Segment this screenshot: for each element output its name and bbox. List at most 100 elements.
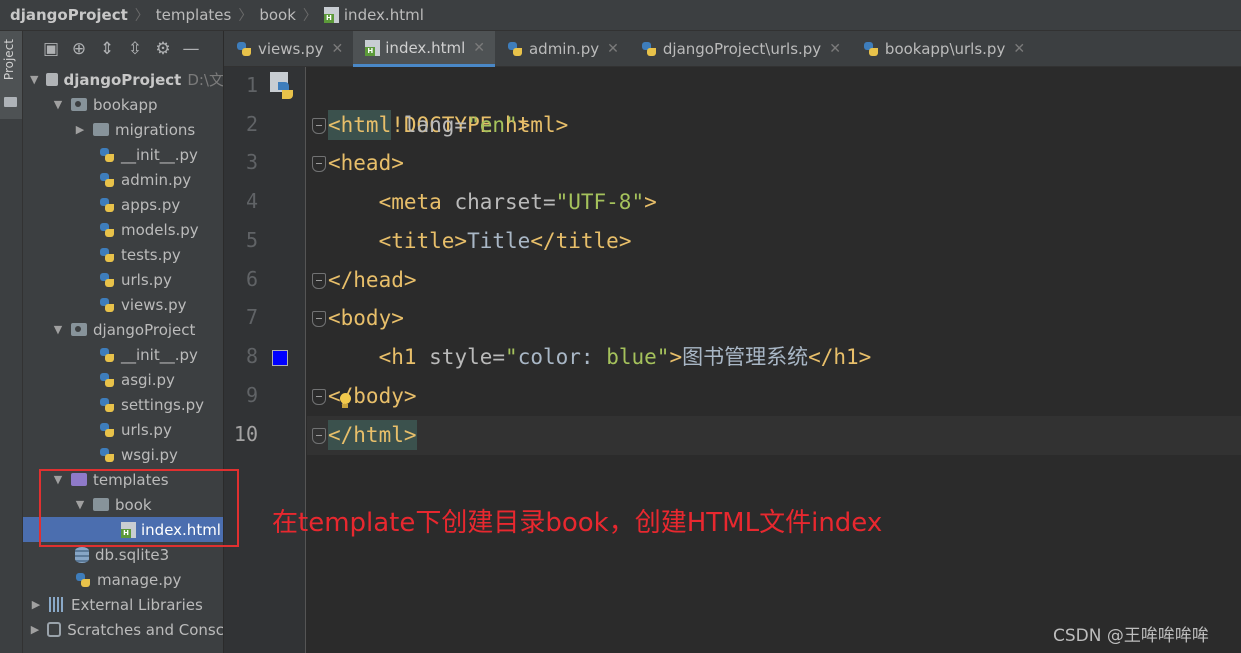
tree-item-file[interactable]: manage.py [23,567,223,592]
tree-item-scratches[interactable]: ▶ Scratches and Consc [23,617,223,642]
code-line-5: <title>Title</title> [328,222,632,261]
python-file-icon [99,347,115,363]
tree-item-label: __init__.py [121,145,198,164]
fold-marker-icon[interactable] [312,389,326,405]
tree-item-file[interactable]: urls.py [23,417,223,442]
tree-item-file[interactable]: models.py [23,217,223,242]
tree-item-file[interactable]: wsgi.py [23,442,223,467]
watermark: CSDN @王哞哞哞哞 [1053,626,1209,646]
chevron-down-icon[interactable]: ▼ [51,98,65,111]
code-token: color: [517,345,607,369]
fold-marker-icon[interactable] [312,311,326,327]
project-tab-label: Project [2,39,16,81]
code-line-8: <h1 style="color: blue">图书管理系统</h1> [328,338,872,377]
code-token: </head> [328,268,417,292]
tree-item-label: djangoProject [93,320,196,339]
tree-item-file[interactable]: tests.py [23,242,223,267]
code-token: <head> [328,151,404,175]
tab-bookapp-urls-py[interactable]: bookapp\urls.py ✕ [851,31,1035,67]
editor-gutter: 1 2 3 4 5 6 7 8 9 10 [224,67,306,653]
tree-item-djangoproject-root[interactable]: ▼ djangoProject D:\文 [23,67,223,92]
tab-views-py[interactable]: views.py ✕ [224,31,353,67]
collapse-all-icon[interactable]: ⇳ [121,37,149,61]
close-icon[interactable]: ✕ [332,41,344,57]
tree-item-file[interactable]: __init__.py [23,342,223,367]
breadcrumb-item-templates[interactable]: templates [156,6,232,24]
code-line-2: <html lang="en"> [328,106,530,145]
code-editor[interactable]: 1 2 3 4 5 6 7 8 9 10 <!DOCTYPE html> <ht… [224,67,1241,653]
tab-label: views.py [258,40,324,58]
color-swatch-icon[interactable] [272,350,288,366]
tree-item-file[interactable]: settings.py [23,392,223,417]
breadcrumb-item-index-html[interactable]: index.html [344,6,424,24]
python-file-icon [99,147,115,163]
expand-all-icon[interactable]: ⇕ [93,37,121,61]
line-number: 7 [245,305,258,329]
panel-icon[interactable]: ▣ [37,37,65,61]
tree-item-label: urls.py [121,270,172,289]
code-token: > [644,190,657,214]
tab-index-html[interactable]: H index.html ✕ [353,31,495,67]
tree-item-migrations[interactable]: ▶ migrations [23,117,223,142]
close-icon[interactable]: ✕ [1013,41,1025,57]
tree-item-file[interactable]: urls.py [23,267,223,292]
folder-icon [71,323,87,336]
tree-item-label: manage.py [97,570,182,589]
code-token: <body> [328,306,404,330]
tree-item-label: wsgi.py [121,445,178,464]
code-line-4: <meta charset="UTF-8"> [328,183,657,222]
html-file-icon: H [365,39,381,56]
fold-marker-icon[interactable] [312,428,326,444]
code-token: </title> [530,229,632,253]
line-number: 4 [245,189,258,213]
code-token: style= [416,345,506,369]
tab-admin-py[interactable]: admin.py ✕ [495,31,629,67]
project-tool-window-tab[interactable]: Project [0,31,22,119]
tree-item-djangoproject-package[interactable]: ▼ djangoProject [23,317,223,342]
tree-item-file[interactable]: __init__.py [23,142,223,167]
tree-item-label: __init__.py [121,345,198,364]
tree-item-label: migrations [115,120,196,139]
breadcrumb-separator-icon: 〉 [238,8,253,24]
html-file-icon: H [323,7,339,23]
tab-label: djangoProject\urls.py [662,40,822,58]
tree-item-file[interactable]: asgi.py [23,367,223,392]
breadcrumb-item-book[interactable]: book [259,6,296,24]
chevron-right-icon[interactable]: ▶ [73,123,87,136]
folder-icon [45,73,58,86]
breadcrumb-separator-icon: 〉 [302,8,317,24]
library-icon [49,597,65,612]
tree-item-file[interactable]: views.py [23,292,223,317]
fold-marker-icon[interactable] [312,156,326,172]
fold-marker-icon[interactable] [312,273,326,289]
folder-icon [4,97,17,107]
tree-item-bookapp[interactable]: ▼ bookapp [23,92,223,117]
close-icon[interactable]: ✕ [607,41,619,57]
gear-icon[interactable]: ⚙ [149,37,177,61]
tree-item-label: External Libraries [71,595,203,614]
breadcrumb-item-project[interactable]: djangoProject [10,6,128,24]
chevron-right-icon[interactable]: ▶ [29,598,43,611]
close-icon[interactable]: ✕ [473,40,485,56]
tree-item-file[interactable]: apps.py [23,192,223,217]
tree-item-label: models.py [121,220,199,239]
chevron-down-icon[interactable]: ▼ [29,73,40,86]
tree-item-label: views.py [121,295,187,314]
tab-djangoproject-urls-py[interactable]: djangoProject\urls.py ✕ [629,31,851,67]
tree-item-external-libraries[interactable]: ▶ External Libraries [23,592,223,617]
code-token: <title> [378,229,468,253]
lightbulb-icon[interactable] [338,393,352,411]
close-icon[interactable]: ✕ [829,41,841,57]
fold-marker-icon[interactable] [312,118,326,134]
line-number-current: 10 [233,422,258,446]
chevron-right-icon[interactable]: ▶ [29,623,41,636]
tree-item-label: djangoProject [63,70,182,89]
chevron-down-icon[interactable]: ▼ [51,323,65,336]
tree-item-file[interactable]: admin.py [23,167,223,192]
locate-icon[interactable]: ⊕ [65,37,93,61]
database-icon [75,546,89,563]
tree-item-label: admin.py [121,170,192,189]
minimize-icon[interactable]: — [177,37,205,61]
tree-item-label: settings.py [121,395,204,414]
tree-item-label: tests.py [121,245,181,264]
